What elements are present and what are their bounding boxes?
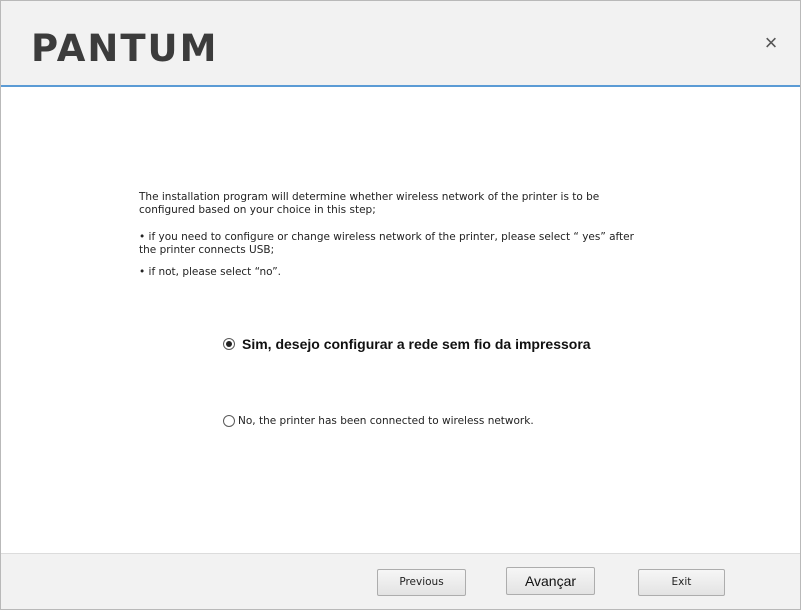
instruction-paragraph: • if not, please select “no”. <box>139 266 281 278</box>
radio-button-unchecked[interactable] <box>223 415 235 427</box>
option-yes[interactable]: Sim, desejo configurar a rede sem fio da… <box>223 336 591 352</box>
option-no[interactable]: No, the printer has been connected to wi… <box>223 415 534 427</box>
exit-button[interactable]: Exit <box>638 569 725 596</box>
instruction-paragraph: The installation program will determine … <box>139 191 600 216</box>
pantum-logo: PANTUM <box>31 27 219 70</box>
close-icon[interactable]: × <box>759 31 783 55</box>
instructions: The installation program will determine … <box>139 191 639 279</box>
footer-bar: Previous Avançar Exit <box>1 553 800 609</box>
option-no-label[interactable]: No, the printer has been connected to wi… <box>238 415 534 427</box>
next-button[interactable]: Avançar <box>506 567 595 595</box>
option-yes-label[interactable]: Sim, desejo configurar a rede sem fio da… <box>242 336 591 352</box>
radio-button-checked[interactable] <box>223 338 235 350</box>
installer-window: PANTUM × The installation program will d… <box>0 0 801 610</box>
previous-button[interactable]: Previous <box>377 569 466 596</box>
instruction-paragraph: • if you need to configure or change wir… <box>139 231 634 256</box>
header-bar: PANTUM × <box>1 1 800 87</box>
